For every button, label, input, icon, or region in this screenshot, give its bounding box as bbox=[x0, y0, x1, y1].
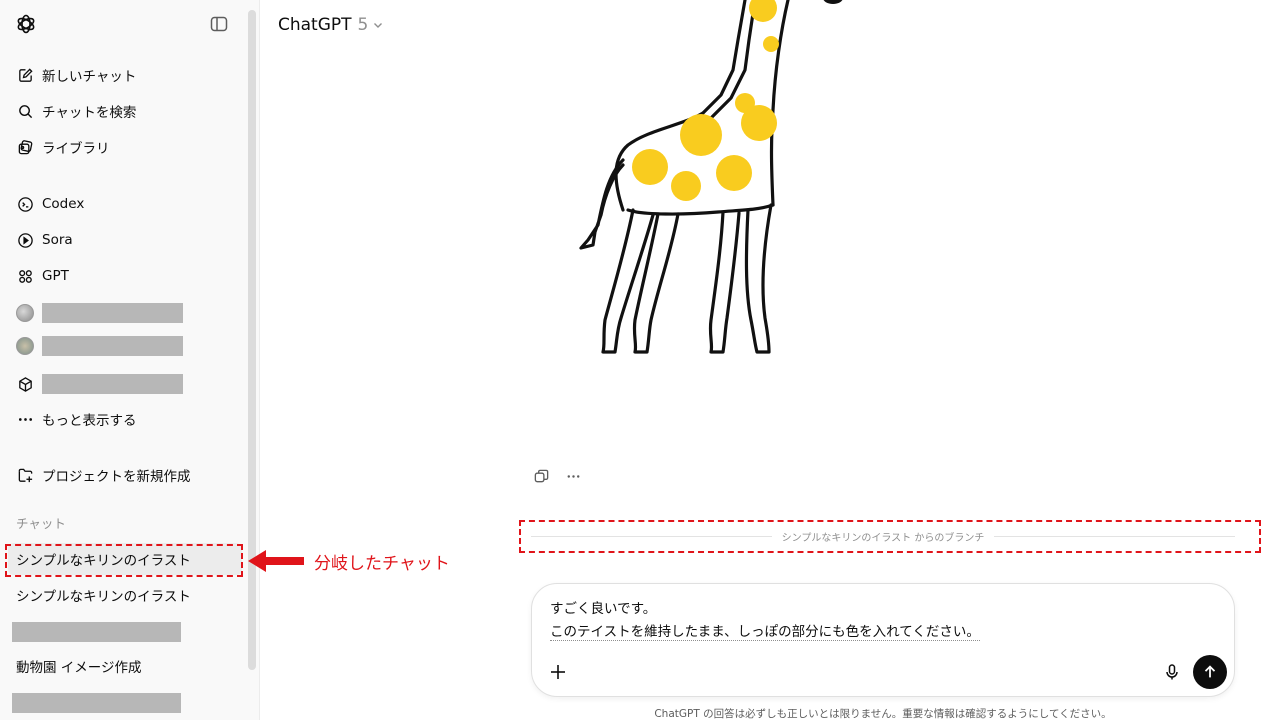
search-chats-button[interactable]: チャットを検索 bbox=[8, 95, 244, 127]
message-actions bbox=[530, 465, 584, 487]
new-project-button[interactable]: プロジェクトを新規作成 bbox=[8, 459, 244, 491]
chat-item-label: シンプルなキリンのイラスト bbox=[16, 589, 191, 605]
copy-icon[interactable] bbox=[530, 465, 552, 487]
more-horizontal-icon bbox=[16, 410, 34, 428]
annotation-arrow-icon bbox=[248, 550, 304, 572]
chats-section-title: チャット bbox=[16, 516, 66, 531]
giraffe-illustration bbox=[579, 0, 843, 354]
sidebar-item-sora[interactable]: Sora bbox=[8, 224, 244, 256]
add-attachment-button[interactable] bbox=[546, 660, 570, 684]
composer-line-1: すごく良いです。 bbox=[550, 601, 657, 617]
chat-item-label: 動物園 イメージ作成 bbox=[16, 660, 142, 676]
sidebar-toggle-icon[interactable] bbox=[209, 14, 229, 34]
folder-plus-icon bbox=[16, 466, 34, 484]
library-icon bbox=[16, 138, 34, 156]
disclaimer-text: ChatGPT の回答は必ずしも正しいとは限りません。重要な情報は確認するように… bbox=[654, 708, 1112, 720]
search-icon bbox=[16, 102, 34, 120]
show-more-label: もっと表示する bbox=[42, 413, 137, 429]
chat-item-redacted[interactable] bbox=[8, 687, 242, 719]
cube-icon bbox=[16, 375, 34, 393]
highlight-box bbox=[519, 520, 1261, 553]
search-chats-label: チャットを検索 bbox=[42, 105, 137, 121]
sora-label: Sora bbox=[42, 232, 73, 248]
chat-item-zoo[interactable]: 動物園 イメージ作成 bbox=[8, 650, 242, 682]
dictate-button[interactable] bbox=[1162, 662, 1182, 682]
sidebar: 新しいチャット チャットを検索 ライブラリ Codex Sora GPT もっと… bbox=[0, 0, 260, 720]
chat-item-redacted[interactable] bbox=[8, 616, 242, 648]
redacted-label bbox=[12, 622, 181, 642]
redacted-label bbox=[42, 303, 183, 323]
annotation-label: 分岐したチャット bbox=[314, 554, 450, 574]
compose-icon bbox=[16, 66, 34, 84]
chevron-down-icon bbox=[374, 23, 383, 28]
avatar bbox=[16, 304, 34, 322]
library-label: ライブラリ bbox=[42, 141, 110, 157]
codex-label: Codex bbox=[42, 196, 85, 212]
sidebar-item-codex[interactable]: Codex bbox=[8, 188, 244, 220]
arrow-up-icon bbox=[1204, 665, 1216, 678]
composer-input[interactable]: すごく良いです。 このテイストを維持したまま、しっぽの部分にも色を入れてください… bbox=[550, 598, 980, 644]
new-chat-button[interactable]: 新しいチャット bbox=[8, 59, 244, 91]
openai-logo-icon[interactable] bbox=[14, 12, 38, 36]
new-chat-label: 新しいチャット bbox=[42, 69, 137, 85]
gpt-label: GPT bbox=[42, 268, 69, 284]
chat-item-original[interactable]: シンプルなキリンのイラスト bbox=[8, 579, 242, 611]
redacted-label bbox=[12, 693, 181, 713]
more-horizontal-icon[interactable] bbox=[562, 465, 584, 487]
avatar bbox=[16, 337, 34, 355]
highlight-box bbox=[5, 544, 243, 577]
sidebar-item-gpt[interactable]: GPT bbox=[8, 260, 244, 292]
composer[interactable]: すごく良いです。 このテイストを維持したまま、しっぽの部分にも色を入れてください… bbox=[531, 583, 1235, 697]
library-button[interactable]: ライブラリ bbox=[8, 131, 244, 163]
new-project-label: プロジェクトを新規作成 bbox=[42, 469, 191, 485]
show-more-button[interactable]: もっと表示する bbox=[8, 403, 244, 435]
send-button[interactable] bbox=[1193, 655, 1227, 689]
redacted-label bbox=[42, 374, 183, 394]
sidebar-item-custom-gpt-2[interactable] bbox=[8, 330, 244, 362]
composer-line-2: このテイストを維持したまま、しっぽの部分にも色を入れてください。 bbox=[550, 624, 980, 641]
microphone-icon bbox=[1166, 664, 1178, 680]
model-name: ChatGPT bbox=[278, 15, 352, 35]
model-version: 5 bbox=[357, 15, 369, 35]
plus-icon bbox=[551, 665, 565, 679]
terminal-icon bbox=[16, 195, 34, 213]
redacted-label bbox=[42, 336, 183, 356]
sidebar-item-custom-gpt-1[interactable] bbox=[8, 297, 244, 329]
grid-icon bbox=[16, 267, 34, 285]
sidebar-item-custom-gpt-3[interactable] bbox=[8, 368, 244, 400]
play-icon bbox=[16, 231, 34, 249]
model-selector[interactable]: ChatGPT 5 bbox=[270, 10, 392, 40]
